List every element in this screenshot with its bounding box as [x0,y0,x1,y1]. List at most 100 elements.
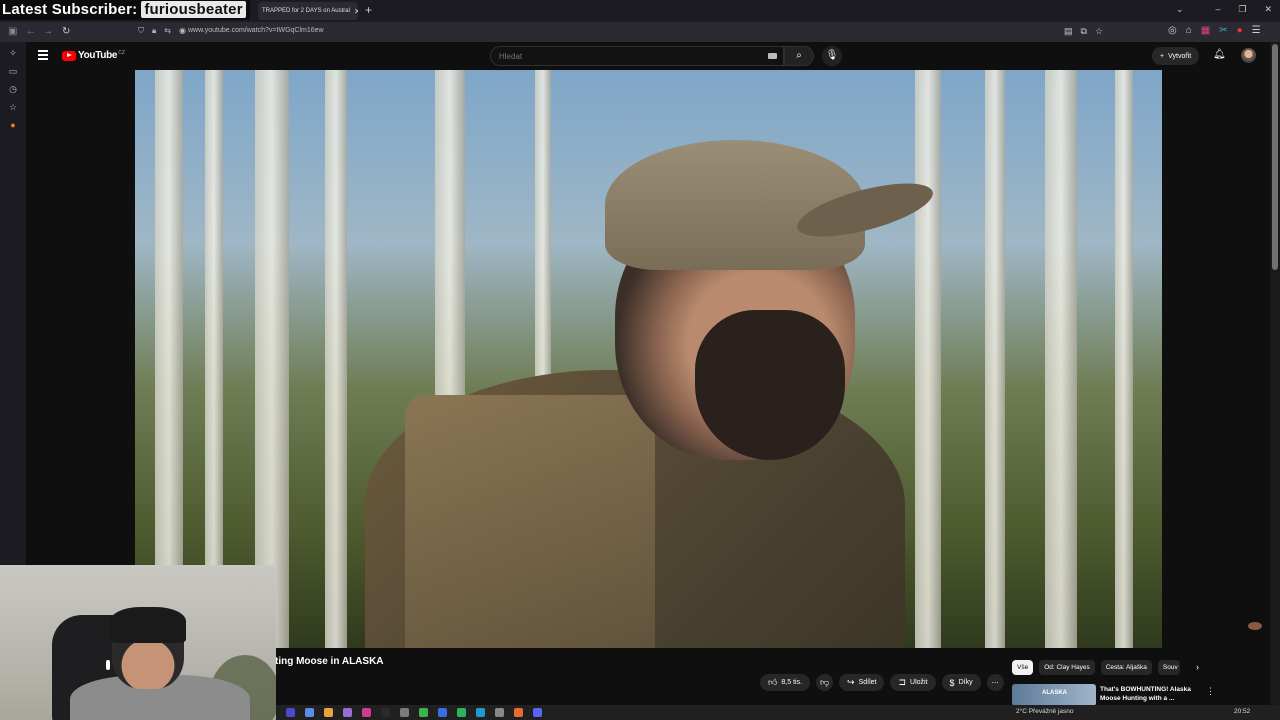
taskbar-app-icon[interactable] [400,708,409,717]
taskbar: 2°C Převážně jasno 20:52 [276,705,1280,720]
birch-trunk [255,70,289,648]
create-label: Vytvořit [1168,52,1192,60]
url-security-icons: ⛉ 🔒︎ ⇆ ◉ [138,26,186,36]
video-player[interactable] [26,70,1270,650]
account-icon[interactable]: ◎ [1168,25,1177,36]
chip-channel[interactable]: Od: Clay Hayes [1039,660,1095,675]
birch-trunk [985,70,1005,648]
search-icon: ⌕ [796,50,802,61]
youtube-masthead: YouTube CZ ⌕ 🎙︎ + Vytvořit 🔔︎ [26,42,1270,70]
super-thanks-icon: $ [949,677,955,688]
extension-red-icon[interactable]: ▦ [1201,25,1210,36]
taskbar-weather[interactable]: 2°C Převážně jasno [1016,708,1074,715]
chip-topic[interactable]: Cesta: Aljaška [1100,660,1152,675]
extension-sidebar-icon[interactable]: ● [7,120,19,132]
bookmarks-icon[interactable]: ☆ [7,102,19,114]
taskbar-firefox-icon[interactable] [514,708,523,717]
taskbar-app-icon[interactable] [381,708,390,717]
birch-trunk [915,70,941,648]
ai-chat-icon[interactable]: ✧ [7,48,19,60]
chevron-right-icon[interactable]: › [1196,662,1199,672]
scrollbar-thumb[interactable] [1272,44,1278,270]
share-icon: ↪ [847,677,855,687]
new-tab-button[interactable]: + [365,3,372,17]
synced-tabs-icon[interactable]: ▭ [7,66,19,78]
camera-indicator-icon[interactable]: ◉ [179,26,186,36]
bookmark-icon: ⊐ [898,677,907,687]
more-horizontal-icon: ⋯ [991,679,999,687]
save-button[interactable]: ⊐ Uložit [890,674,936,691]
thanks-button[interactable]: $ Díky [941,674,981,691]
share-button[interactable]: ↪ Sdílet [839,674,885,691]
video-frame[interactable] [135,70,1162,648]
overlay-label: Latest Subscriber: [2,1,138,18]
extension-record-icon[interactable]: ● [1237,25,1243,36]
close-window-button[interactable]: ✕ [1264,4,1272,15]
birch-trunk [1115,70,1133,648]
extension-teal-icon[interactable]: ✂ [1219,25,1227,36]
forward-button[interactable]: → [43,26,53,37]
share-label: Sdílet [858,679,877,686]
bookmark-star-icon[interactable]: ☆ [1095,26,1103,37]
reader-view-icon[interactable]: ▤ [1064,26,1073,37]
notifications-bell-icon[interactable]: 🔔︎ [1213,49,1226,60]
chip-all[interactable]: Vše [1012,660,1034,675]
app-menu-icon[interactable]: ☰ [1252,25,1261,36]
taskbar-app-icon[interactable] [495,708,504,717]
avatar[interactable] [1241,48,1256,63]
overlay-subscriber-name: furiousbeater [141,1,246,18]
search-input[interactable] [499,52,729,61]
webcam-person-cap [110,607,186,643]
browser-tab[interactable]: TRAPPED for 2 DAYS on Austral ✕ [258,2,358,20]
reload-button[interactable]: ↻ [62,26,70,37]
taskbar-app-icon[interactable] [305,708,314,717]
shield-icon[interactable]: ⛉ [138,26,144,36]
search-button[interactable]: ⌕ [784,46,814,66]
like-button[interactable]: 👍︎ 8,5 tis. [760,674,811,691]
recommendation-menu-icon[interactable]: ⋮ [1206,686,1215,697]
tab-close-icon[interactable]: ✕ [354,7,358,16]
taskbar-app-icon[interactable] [476,708,485,717]
picture-in-picture-icon[interactable]: ⧉ [1081,26,1087,37]
recommendation-title[interactable]: That's BOWHUNTING! Alaska Moose Hunting … [1100,685,1200,703]
taskbar-app-icon[interactable] [457,708,466,717]
taskbar-app-icon[interactable] [438,708,447,717]
permissions-icon[interactable]: ⇆ [164,26,171,36]
taskbar-app-icon[interactable] [362,708,371,717]
voice-search-button[interactable]: 🎙︎ [822,46,842,66]
page-scrollbar[interactable] [1270,42,1280,712]
taskbar-app-icon[interactable] [533,708,542,717]
youtube-play-icon [62,50,76,61]
create-button[interactable]: + Vytvořit [1152,47,1200,65]
youtube-logo[interactable]: YouTube CZ [62,50,125,61]
history-icon[interactable]: ◷ [7,84,19,96]
guide-menu-icon[interactable] [38,50,48,62]
minimize-button[interactable]: – [1215,4,1220,15]
back-button[interactable]: ← [26,26,36,37]
chip-related[interactable]: Souv [1157,660,1180,675]
lock-icon[interactable]: 🔒︎ [152,26,156,36]
dislike-button[interactable]: 👎︎ [816,674,834,691]
taskbar-clock[interactable]: 20:52 [1234,708,1250,715]
floating-widget-icon[interactable] [1248,622,1262,630]
thumbs-up-icon: 👍︎ [768,677,778,687]
sidebar-toggle-icon[interactable]: ▣ [8,26,17,37]
taskbar-app-icon[interactable] [286,708,295,717]
maximize-button[interactable]: ❐ [1238,4,1246,15]
taskbar-app-icon[interactable] [324,708,333,717]
extensions-icon[interactable]: ⌂ [1186,25,1192,36]
address-bar-actions: ▤ ⧉ ☆ [1064,26,1103,37]
hunter-beard [695,310,845,460]
video-title: ting Moose in ALASKA [275,656,384,667]
taskbar-app-icon[interactable] [343,708,352,717]
more-actions-button[interactable]: ⋯ [986,674,1004,691]
tab-list-dropdown-icon[interactable]: ⌄ [1176,4,1184,15]
video-actions: 👍︎ 8,5 tis. 👎︎ ↪ Sdílet ⊐ Uložit $ Díky … [760,674,1004,691]
taskbar-app-icon[interactable] [419,708,428,717]
keyboard-icon[interactable] [768,53,777,59]
recommendation-thumbnail[interactable]: ALASKA [1012,684,1096,706]
address-bar[interactable]: www.youtube.com/watch?v=tWGqClm16ew [188,27,324,34]
latest-subscriber-overlay: Latest Subscriber: furiousbeater [0,0,250,20]
related-filter-chips: Vše Od: Clay Hayes Cesta: Aljaška Souv [1012,660,1180,675]
search-box [490,46,784,66]
